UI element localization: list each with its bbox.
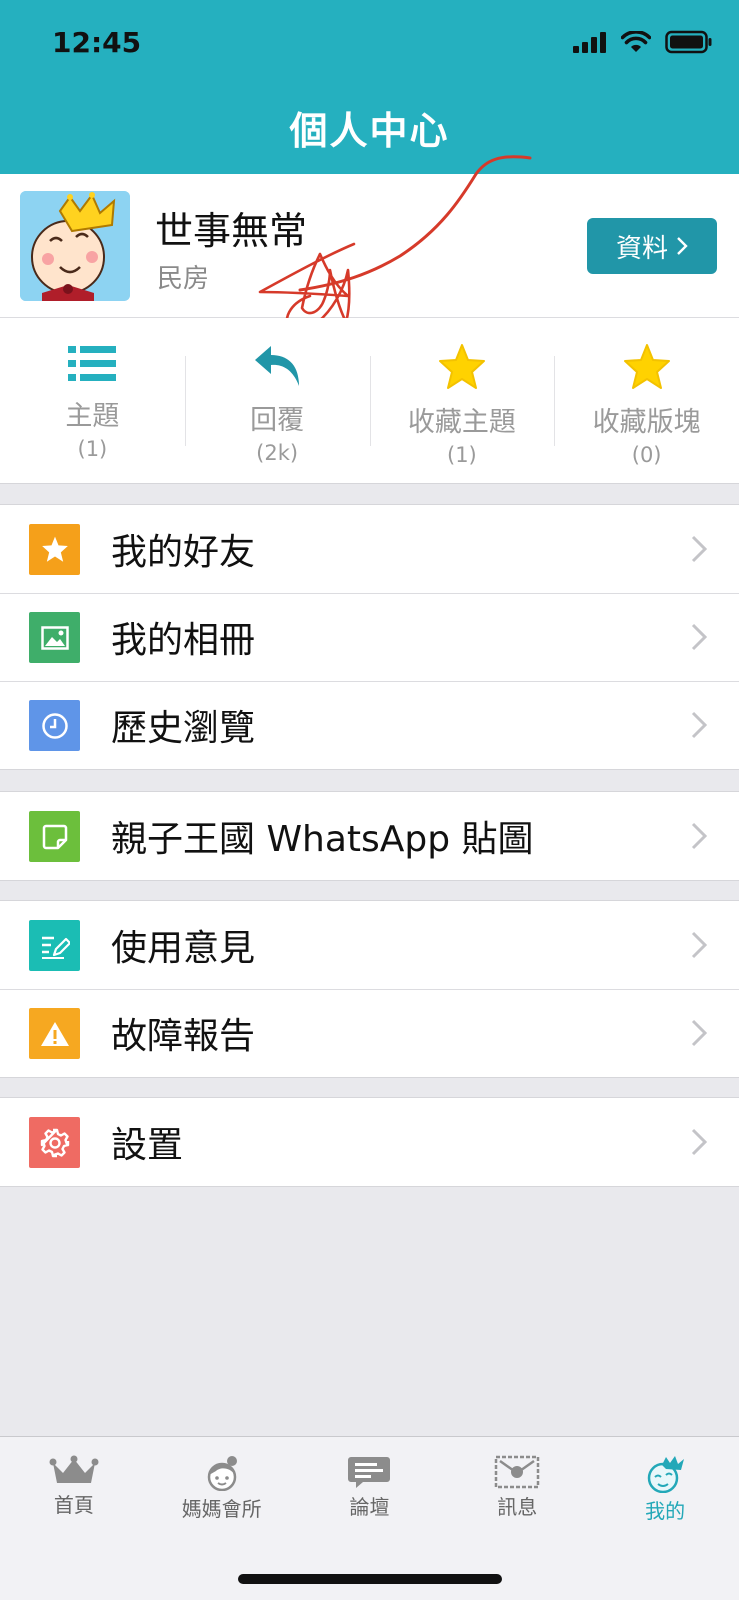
tab-label: 媽媽會所: [181, 1497, 262, 1521]
profile-card: 世事無常 民房 資料: [0, 174, 739, 318]
crown-icon: [49, 1455, 99, 1483]
menu-item-label: 我的好友: [111, 532, 256, 573]
tab-label: 訊息: [497, 1495, 538, 1519]
chevron-right-icon: [691, 623, 707, 651]
tab-label: 首頁: [53, 1493, 94, 1517]
sticker-icon: [29, 811, 80, 862]
menu-group-personal: 我的好友 我的相冊 歷史瀏覽: [0, 504, 739, 770]
stat-count: (1): [77, 437, 108, 461]
forum-icon: [348, 1457, 391, 1488]
user-rank: 民房: [157, 264, 210, 294]
chevron-right-icon: [691, 822, 707, 850]
stat-label: 收藏版塊: [592, 407, 701, 438]
star-icon: [438, 344, 485, 389]
profile-details-button[interactable]: 資料: [587, 218, 717, 274]
chevron-right-icon: [691, 1019, 707, 1047]
baby-king-avatar-icon[interactable]: [20, 191, 130, 301]
wifi-icon: [621, 31, 651, 52]
menu-item-history[interactable]: 歷史瀏覽: [0, 681, 739, 769]
chevron-right-icon: [691, 711, 707, 739]
tab-label: 我的: [645, 1499, 686, 1523]
menu-item-stickers[interactable]: 親子王國 WhatsApp 貼圖: [0, 792, 739, 880]
menu-item-settings[interactable]: 設置: [0, 1098, 739, 1186]
status-icons: [573, 30, 713, 54]
stat-topics[interactable]: 主題 (1): [0, 318, 185, 483]
tab-label: 論壇: [349, 1495, 390, 1519]
page-title: 個人中心: [289, 109, 450, 153]
stat-favorite-boards[interactable]: 收藏版塊 (0): [554, 318, 739, 483]
profile-details-label: 資料: [615, 233, 668, 264]
menu-group-support: 使用意見 故障報告: [0, 900, 739, 1078]
chevron-right-icon: [691, 931, 707, 959]
my-profile-icon: [647, 1456, 685, 1493]
menu-group-stickers: 親子王國 WhatsApp 貼圖: [0, 791, 739, 881]
stat-replies[interactable]: 回覆 (2k): [184, 318, 370, 483]
mom-club-icon: [207, 1456, 237, 1491]
stat-count: (1): [447, 443, 477, 467]
reply-icon: [255, 346, 300, 386]
clock-icon: [29, 700, 80, 751]
stat-count: (2k): [256, 441, 299, 465]
signal-icon: [573, 32, 606, 53]
menu-item-label: 故障報告: [111, 1016, 256, 1057]
list-icon: [68, 346, 117, 381]
stat-label: 回覆: [250, 405, 305, 436]
app-header: 12:45 個人中心: [0, 0, 739, 174]
battery-icon: [665, 30, 712, 54]
menu-item-label: 親子王國 WhatsApp 貼圖: [111, 819, 534, 860]
status-time: 12:45: [52, 26, 142, 59]
stats-row: 主題 (1) 回覆 (2k) 收藏主題 (1) 收藏版塊 (0): [0, 318, 739, 484]
star-icon: [29, 524, 80, 575]
menu-item-label: 使用意見: [111, 928, 256, 969]
star-icon: [623, 344, 670, 389]
menu-item-feedback[interactable]: 使用意見: [0, 901, 739, 989]
menu-item-bug-report[interactable]: 故障報告: [0, 989, 739, 1077]
menu-item-label: 歷史瀏覽: [111, 708, 256, 749]
tab-home[interactable]: 首頁: [0, 1437, 148, 1600]
message-icon: [495, 1455, 540, 1489]
menu-item-friends[interactable]: 我的好友: [0, 505, 739, 593]
picture-icon: [29, 612, 80, 663]
menu-item-label: 設置: [111, 1125, 184, 1166]
warning-icon: [29, 1008, 80, 1059]
menu-item-label: 我的相冊: [111, 620, 256, 661]
chevron-right-icon: [691, 1128, 707, 1156]
user-name: 世事無常: [155, 209, 308, 253]
chevron-right-icon: [677, 237, 688, 255]
gear-icon: [29, 1117, 80, 1168]
home-indicator[interactable]: [238, 1574, 502, 1584]
menu-item-album[interactable]: 我的相冊: [0, 593, 739, 681]
menu-group-settings: 設置: [0, 1097, 739, 1187]
edit-icon: [29, 920, 80, 971]
chevron-right-icon: [691, 535, 707, 563]
stat-count: (0): [631, 443, 662, 467]
stat-favorite-topics[interactable]: 收藏主題 (1): [369, 318, 555, 483]
tab-my-profile[interactable]: 我的: [591, 1437, 739, 1600]
stat-label: 主題: [65, 401, 120, 432]
stat-label: 收藏主題: [407, 407, 516, 438]
